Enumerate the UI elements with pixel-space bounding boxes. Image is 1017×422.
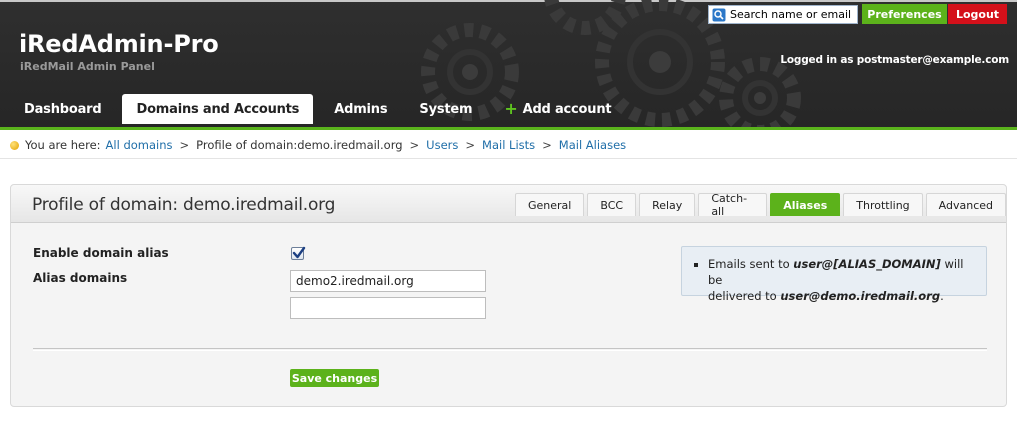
info-target-address: user@demo.iredmail.org: [780, 289, 941, 303]
plus-icon: +: [504, 99, 518, 118]
nav-admins[interactable]: Admins: [318, 94, 403, 124]
info-text: Emails sent to: [708, 257, 794, 271]
preferences-button[interactable]: Preferences: [862, 4, 947, 24]
tab-relay[interactable]: Relay: [639, 193, 696, 216]
info-line-2: delivered to user@demo.iredmail.org.: [708, 288, 976, 304]
breadcrumb-separator: >: [409, 138, 420, 152]
search-box: [708, 5, 858, 24]
app-title: iRedAdmin-Pro: [19, 30, 219, 58]
tab-bcc[interactable]: BCC: [587, 193, 637, 216]
breadcrumb-separator: >: [465, 138, 476, 152]
save-changes-button[interactable]: Save changes: [290, 369, 379, 387]
domain-profile-panel: Profile of domain: demo.iredmail.org Gen…: [10, 184, 1007, 407]
logged-in-status: Logged in as postmaster@example.com: [780, 54, 1009, 66]
checkmark-icon: [292, 246, 306, 259]
tab-catch-all[interactable]: Catch-all: [698, 192, 768, 218]
search-input[interactable]: [727, 6, 855, 23]
nav-domains-and-accounts[interactable]: Domains and Accounts: [122, 94, 314, 124]
alias-info-box: Emails sent to user@[ALIAS_DOMAIN] will …: [681, 246, 987, 303]
breadcrumb-mail-aliases[interactable]: Mail Aliases: [559, 138, 626, 152]
location-dot-icon: [10, 140, 19, 150]
breadcrumb-all-domains[interactable]: All domains: [106, 138, 173, 152]
breadcrumb: You are here: All domains > Profile of d…: [0, 132, 1017, 159]
header: iRedAdmin-Pro iRedMail Admin Panel Prefe…: [0, 0, 1017, 130]
tab-throttling[interactable]: Throttling: [843, 193, 923, 216]
nav-add-account[interactable]: + Add account: [488, 94, 627, 124]
enable-alias-checkbox[interactable]: [291, 246, 306, 260]
form-divider: [33, 348, 987, 351]
bullet-icon: [694, 263, 698, 267]
panel-header: Profile of domain: demo.iredmail.org Gen…: [11, 185, 1006, 223]
breadcrumb-separator: >: [179, 138, 190, 152]
alias-domain-input-1[interactable]: [290, 270, 486, 292]
breadcrumb-users[interactable]: Users: [426, 138, 458, 152]
breadcrumb-separator: >: [542, 138, 552, 152]
tab-general[interactable]: General: [515, 193, 585, 216]
main-nav: Dashboard Domains and Accounts Admins Sy…: [8, 94, 627, 124]
tab-aliases[interactable]: Aliases: [770, 193, 841, 216]
nav-dashboard[interactable]: Dashboard: [8, 94, 117, 124]
info-line-1: Emails sent to user@[ALIAS_DOMAIN] will …: [708, 256, 976, 288]
page-title: Profile of domain: demo.iredmail.org: [32, 195, 336, 215]
nav-system[interactable]: System: [403, 94, 488, 124]
enable-alias-label: Enable domain alias: [33, 246, 169, 260]
info-text: delivered to: [708, 289, 781, 303]
search-icon: [711, 7, 727, 23]
app-subtitle: iRedMail Admin Panel: [20, 60, 155, 73]
alias-domain-input-2[interactable]: [290, 297, 486, 319]
header-accent-bar: [0, 127, 1017, 130]
profile-tabs: General BCC Relay Catch-all Aliases Thro…: [512, 192, 1006, 218]
info-text: .: [940, 289, 944, 303]
nav-add-account-label: Add account: [522, 101, 612, 117]
alias-domains-label: Alias domains: [33, 271, 128, 285]
breadcrumb-profile: Profile of domain:demo.iredmail.org: [196, 138, 403, 152]
breadcrumb-mail-lists[interactable]: Mail Lists: [482, 138, 535, 152]
tab-advanced[interactable]: Advanced: [925, 193, 1006, 216]
breadcrumb-prefix: You are here:: [25, 138, 101, 152]
info-alias-placeholder: user@[ALIAS_DOMAIN]: [793, 257, 941, 271]
logout-button[interactable]: Logout: [948, 4, 1007, 24]
